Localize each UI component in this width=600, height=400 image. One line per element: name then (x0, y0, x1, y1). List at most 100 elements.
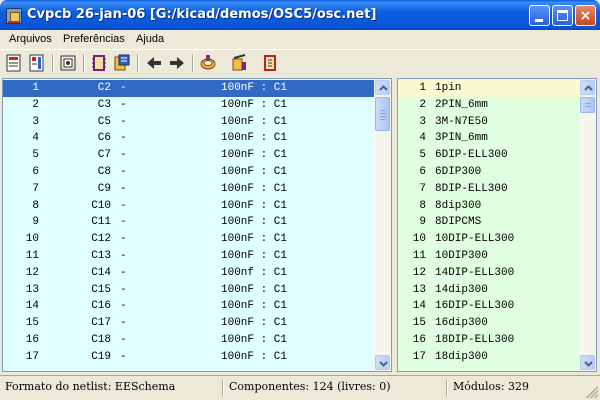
component-separator: - (120, 216, 127, 229)
menu-preferencias[interactable]: Preferências (63, 33, 125, 45)
footprint-row[interactable]: 11 10DIP300 (398, 248, 580, 265)
component-value: 100nF : C1 (221, 350, 288, 363)
scroll-down-button[interactable] (580, 355, 595, 370)
component-row[interactable]: 12 C14- 100nf : C1 (3, 265, 378, 282)
documentation-icon[interactable] (113, 54, 131, 72)
footprint-number: 7 (419, 182, 426, 195)
scroll-up-button[interactable] (580, 80, 595, 95)
component-number: 8 (32, 199, 39, 212)
footprint-row[interactable]: 4 3PIN_6mm (398, 130, 580, 147)
chevron-up-icon (584, 85, 593, 91)
component-row[interactable]: 3 C5- 100nF : C1 (3, 114, 378, 131)
footprint-row[interactable]: 12 14DIP-ELL300 (398, 265, 580, 282)
footprint-row[interactable]: 17 18dip300 (398, 349, 580, 366)
component-row[interactable]: 9 C11- 100nF : C1 (3, 214, 378, 231)
component-row[interactable]: 1 C2- 100nF : C1 (3, 80, 378, 97)
component-number: 16 (25, 333, 39, 346)
footprint-name: 10DIP-ELL300 (435, 233, 515, 246)
component-number: 7 (32, 182, 39, 195)
components-scroll-thumb[interactable] (375, 97, 390, 131)
component-row[interactable]: 4 C6- 100nF : C1 (3, 130, 378, 147)
toolbar-separator (83, 54, 85, 72)
previous-arrow-icon[interactable] (145, 54, 163, 72)
component-number: 11 (25, 249, 39, 262)
component-row[interactable]: 2 C3- 100nF : C1 (3, 97, 378, 114)
component-reference: C6 (97, 132, 111, 145)
footprint-row[interactable]: 5 6DIP-ELL300 (398, 147, 580, 164)
component-separator: - (120, 249, 127, 262)
component-row[interactable]: 10 C12- 100nF : C1 (3, 231, 378, 248)
close-button[interactable]: × (575, 5, 596, 26)
auto-associate-icon[interactable] (199, 54, 217, 72)
status-bar: Formato do netlist: EESchema Componentes… (0, 375, 600, 400)
component-value: 100nF : C1 (221, 249, 288, 262)
component-separator: - (120, 317, 127, 330)
component-number: 5 (32, 149, 39, 162)
footprint-name: 18dip300 (435, 350, 488, 363)
save-netlist-icon[interactable] (28, 54, 46, 72)
title-bar[interactable]: Cvpcb 26-jan-06 [G:/kicad/demos/OSC5/osc… (0, 0, 600, 30)
footprints-scrollbar[interactable] (579, 79, 596, 371)
footprint-row[interactable]: 1 1pin (398, 80, 580, 97)
footprint-display-icon[interactable] (90, 54, 108, 72)
footprint-row[interactable]: 8 8dip300 (398, 198, 580, 215)
component-row[interactable]: 5 C7- 100nF : C1 (3, 147, 378, 164)
component-row[interactable]: 16 C18- 100nF : C1 (3, 332, 378, 349)
component-row[interactable]: 13 C15- 100nF : C1 (3, 282, 378, 299)
component-separator: - (120, 333, 127, 346)
scroll-down-button[interactable] (375, 355, 390, 370)
footprint-row[interactable]: 6 6DIP300 (398, 164, 580, 181)
component-reference: C14 (91, 266, 111, 279)
component-row[interactable]: 8 C10- 100nF : C1 (3, 198, 378, 215)
status-separator (446, 379, 448, 397)
footprint-name: 14dip300 (435, 283, 488, 296)
footprints-list[interactable]: 1 1pin 2 2PIN_6mm 3 3M-N7E50 4 3PIN_6mm 5 6DIP-EL… (397, 78, 597, 372)
footprint-number: 16 (412, 333, 426, 346)
footprint-number: 6 (419, 165, 426, 178)
component-reference: C17 (91, 317, 111, 330)
footprints-scroll-thumb[interactable] (580, 97, 595, 113)
footprint-number: 2 (419, 98, 426, 111)
resize-grip[interactable] (586, 386, 598, 398)
component-row[interactable]: 11 C13- 100nF : C1 (3, 248, 378, 265)
footprint-row[interactable]: 13 14dip300 (398, 282, 580, 299)
footprint-row[interactable]: 14 16DIP-ELL300 (398, 298, 580, 315)
minimize-button[interactable] (529, 5, 550, 26)
component-number: 6 (32, 165, 39, 178)
menu-arquivos[interactable]: Arquivos (9, 33, 52, 45)
chevron-up-icon (379, 85, 388, 91)
component-separator: - (120, 199, 127, 212)
maximize-button[interactable] (552, 5, 573, 26)
footprint-row[interactable]: 16 18DIP-ELL300 (398, 332, 580, 349)
component-row[interactable]: 6 C8- 100nF : C1 (3, 164, 378, 181)
component-row[interactable]: 17 C19- 100nF : C1 (3, 349, 378, 366)
footprint-row[interactable]: 2 2PIN_6mm (398, 97, 580, 114)
menu-ajuda[interactable]: Ajuda (136, 33, 164, 45)
window-title: Cvpcb 26-jan-06 [G:/kicad/demos/OSC5/osc… (27, 7, 377, 22)
component-row[interactable]: 14 C16- 100nF : C1 (3, 298, 378, 315)
components-list[interactable]: 1 C2-100nF : C1 2 C3-100nF : C1 3 C5-100nF : … (2, 78, 392, 372)
component-value: 100nf : C1 (221, 266, 288, 279)
open-netlist-icon[interactable] (5, 54, 23, 72)
component-number: 14 (25, 300, 39, 313)
print-list-icon[interactable] (261, 54, 279, 72)
next-arrow-icon[interactable] (168, 54, 186, 72)
minimize-icon (535, 19, 543, 22)
footprint-name: 10DIP300 (435, 249, 488, 262)
config-icon[interactable] (59, 54, 77, 72)
delete-association-icon[interactable] (230, 54, 248, 72)
component-row[interactable]: 15 C17- 100nF : C1 (3, 315, 378, 332)
footprint-row[interactable]: 9 8DIPCMS (398, 214, 580, 231)
component-row[interactable]: 7 C9- 100nF : C1 (3, 181, 378, 198)
footprint-row[interactable]: 10 10DIP-ELL300 (398, 231, 580, 248)
cvpcb-app-icon[interactable] (6, 8, 22, 24)
footprint-row[interactable]: 7 8DIP-ELL300 (398, 181, 580, 198)
footprint-row[interactable]: 3 3M-N7E50 (398, 114, 580, 131)
status-modules: Módulos: 329 (453, 380, 529, 393)
footprint-row[interactable]: 15 16dip300 (398, 315, 580, 332)
status-components: Componentes: 124 (livres: 0) (229, 380, 391, 393)
footprint-name: 6DIP300 (435, 165, 482, 178)
components-scrollbar[interactable] (374, 79, 391, 371)
component-value: 100nF : C1 (221, 317, 288, 330)
scroll-up-button[interactable] (375, 80, 390, 95)
